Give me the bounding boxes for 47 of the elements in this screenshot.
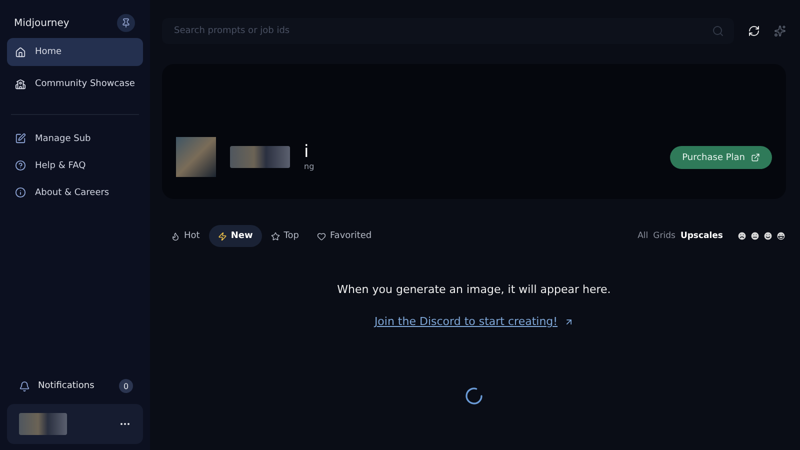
redacted-block	[19, 413, 67, 435]
user-name: i	[304, 143, 310, 162]
refresh-icon[interactable]	[748, 25, 760, 37]
info-icon	[15, 187, 26, 198]
search-field[interactable]: Search prompts or job ids	[172, 25, 712, 37]
pin-button[interactable]	[117, 14, 135, 32]
sidebar-link[interactable]: Help & FAQ	[7, 152, 143, 179]
nav-item[interactable]: Community Showcase	[7, 70, 143, 98]
sidebar-link[interactable]: About & Careers	[7, 179, 143, 206]
face-icon[interactable]	[750, 231, 760, 241]
feed-tab[interactable]: New	[208, 225, 262, 247]
home-icon	[15, 46, 26, 58]
face-icon[interactable]	[776, 231, 786, 241]
arrow-icon	[564, 316, 574, 326]
help-icon	[15, 160, 26, 171]
pin-icon	[121, 18, 131, 28]
external-link-icon	[751, 153, 760, 162]
notification-count: 0	[119, 379, 133, 393]
filter-option[interactable]: All	[638, 231, 648, 241]
face-icon[interactable]	[763, 231, 773, 241]
redacted-block	[230, 146, 290, 168]
notifications-item[interactable]: Notifications 0	[7, 374, 143, 398]
flame-icon	[171, 232, 180, 240]
feed-tab[interactable]: Hot	[162, 225, 209, 247]
lightning-icon	[218, 232, 227, 240]
nav-item[interactable]: Home	[7, 38, 143, 66]
discord-link[interactable]: Join the Discord to start creating!	[374, 315, 574, 328]
user-subtitle: ng	[304, 162, 314, 171]
avatar-placeholder	[176, 137, 216, 177]
building-icon	[15, 78, 26, 90]
filter-option[interactable]: Grids	[653, 231, 676, 241]
sparkles-icon[interactable]	[774, 25, 786, 37]
feed-tab[interactable]: Favorited	[308, 225, 381, 247]
edit-icon	[15, 133, 26, 144]
empty-message: When you generate an image, it will appear here.	[337, 283, 611, 296]
purchase-plan-button[interactable]: Purchase Plan	[670, 146, 772, 169]
heart-icon	[316, 232, 326, 240]
search-bar[interactable]: Search prompts or job ids	[162, 18, 734, 44]
filter-option[interactable]: Upscales	[680, 231, 723, 241]
bell-icon	[19, 380, 30, 392]
sidebar-link[interactable]: Manage Sub	[7, 125, 143, 152]
brand-name: Midjourney	[14, 18, 70, 28]
star-icon	[270, 232, 280, 240]
loading-spinner-icon	[464, 386, 484, 406]
feed-tab[interactable]: Top	[262, 225, 308, 247]
search-icon	[712, 25, 724, 37]
face-icon[interactable]	[737, 231, 747, 241]
